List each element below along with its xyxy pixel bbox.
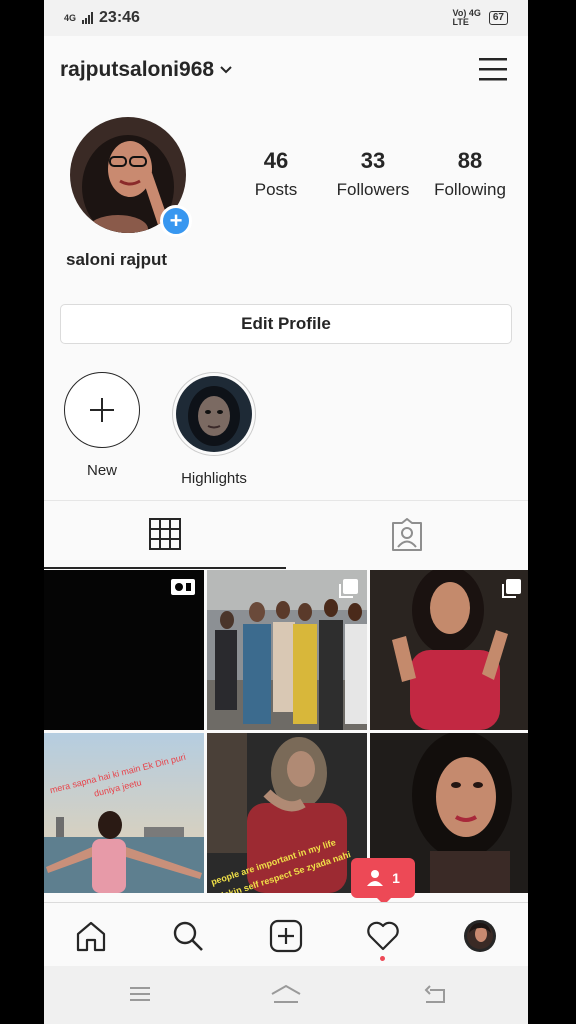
signal-icon: [82, 12, 94, 24]
lte-label: LTE: [452, 17, 469, 27]
profile-stats: 46 Posts 33 Followers 88 Following: [228, 148, 518, 200]
notification-count: 1: [392, 870, 400, 886]
add-story-plus-icon[interactable]: +: [160, 205, 192, 237]
video-icon: [171, 579, 195, 595]
network-label: 4G: [64, 13, 77, 23]
highlight-item[interactable]: Highlights: [166, 372, 262, 487]
profile-avatar[interactable]: +: [70, 117, 192, 237]
highlight-cover: [176, 376, 252, 452]
followers-count[interactable]: 33 Followers: [325, 148, 421, 200]
highlight-label: Highlights: [181, 470, 247, 487]
system-navigation-bar: [44, 966, 528, 1024]
following-value: 88: [457, 148, 483, 173]
post-thumbnail[interactable]: [207, 570, 367, 730]
profile-tabs: [44, 500, 528, 569]
nav-profile[interactable]: [463, 919, 497, 953]
post-thumbnail[interactable]: people are important in my life lekin se…: [207, 733, 367, 893]
followers-value: 33: [360, 148, 386, 173]
following-label: Following: [434, 180, 506, 199]
nav-search[interactable]: [171, 919, 205, 953]
home-key-icon[interactable]: [270, 984, 302, 1006]
nav-add-post[interactable]: [269, 919, 303, 953]
activity-indicator-dot: [380, 956, 385, 961]
search-icon: [173, 921, 203, 951]
chevron-down-icon: [220, 66, 232, 74]
tab-tagged[interactable]: [286, 501, 528, 569]
tab-grid[interactable]: [44, 501, 286, 569]
highlight-label: New: [86, 462, 117, 479]
phone-screen: 4G 23:46 Vo) 4G LTE 67 rajputsaloni968 +…: [44, 0, 528, 1024]
full-name: saloni rajput: [66, 250, 168, 269]
follower-person-icon: [367, 870, 384, 886]
battery-icon: 67: [488, 11, 508, 25]
nav-activity[interactable]: [366, 919, 400, 953]
bottom-navigation: [44, 902, 528, 967]
back-key-icon[interactable]: [422, 984, 448, 1006]
hamburger-menu-icon[interactable]: [478, 56, 508, 82]
menu-key-icon[interactable]: [128, 984, 152, 1004]
posts-value: 46: [263, 148, 289, 173]
clock: 23:46: [99, 9, 140, 26]
username-switcher[interactable]: rajputsaloni968: [60, 58, 232, 82]
home-icon: [76, 921, 106, 952]
add-post-icon: [269, 919, 303, 953]
post-thumbnail[interactable]: [44, 570, 204, 730]
new-highlight-button[interactable]: New: [64, 372, 140, 479]
activity-heart-icon: [367, 921, 399, 951]
multiple-photos-icon: [339, 579, 358, 598]
status-bar: 4G 23:46 Vo) 4G LTE 67: [44, 0, 528, 36]
post-thumbnail[interactable]: [370, 570, 528, 730]
post-thumbnail[interactable]: mera sapna hai ki main Ek Din puri duniy…: [44, 733, 204, 893]
posts-label: Posts: [254, 180, 298, 199]
grid-icon: [149, 518, 181, 550]
profile-avatar: [464, 920, 496, 952]
edit-profile-button[interactable]: Edit Profile: [60, 304, 512, 344]
tagged-person-icon: [392, 518, 422, 551]
nav-home[interactable]: [74, 919, 108, 953]
following-count[interactable]: 88 Following: [422, 148, 518, 200]
profile-header: rajputsaloni968: [44, 44, 528, 94]
new-follower-notification[interactable]: 1: [351, 858, 415, 905]
plus-icon: [64, 372, 140, 448]
posts-count[interactable]: 46 Posts: [228, 148, 324, 200]
followers-label: Followers: [336, 180, 410, 199]
multiple-photos-icon: [502, 579, 521, 598]
username: rajputsaloni968: [60, 58, 215, 81]
